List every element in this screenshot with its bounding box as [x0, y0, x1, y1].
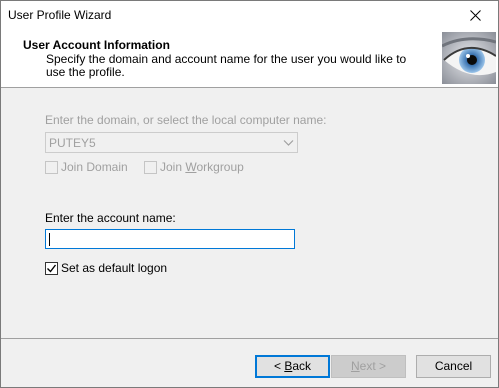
- account-name-input[interactable]: [45, 229, 295, 249]
- window-title: User Profile Wizard: [8, 8, 112, 22]
- join-domain-checkbox[interactable]: [45, 161, 58, 174]
- close-icon: [469, 10, 481, 21]
- join-domain-label: Join Domain: [61, 160, 128, 174]
- account-name-label: Enter the account name:: [45, 211, 176, 225]
- header-subtitle: Specify the domain and account name for …: [46, 52, 407, 79]
- default-logon-checkbox[interactable]: [45, 262, 58, 275]
- chevron-down-icon: [283, 140, 294, 146]
- wizard-window: User Profile Wizard User Account Informa…: [0, 0, 499, 388]
- close-button[interactable]: [452, 1, 498, 30]
- join-workgroup-checkbox[interactable]: [144, 161, 157, 174]
- cancel-button[interactable]: Cancel: [416, 355, 491, 378]
- domain-combobox[interactable]: PUTEY5: [45, 132, 298, 153]
- check-icon: [47, 264, 57, 273]
- domain-value: PUTEY5: [49, 136, 96, 150]
- eye-icon: [442, 32, 496, 84]
- footer-divider: [1, 338, 498, 339]
- title-bar: User Profile Wizard: [1, 1, 498, 30]
- join-workgroup-label: Join Workgroup: [160, 160, 244, 174]
- back-button[interactable]: < Back: [255, 355, 330, 378]
- wizard-header: User Account Information Specify the dom…: [1, 30, 498, 88]
- header-title: User Account Information: [23, 38, 170, 52]
- next-button[interactable]: Next >: [331, 355, 406, 378]
- text-caret: [49, 233, 50, 246]
- domain-label: Enter the domain, or select the local co…: [45, 113, 327, 127]
- wizard-body: Enter the domain, or select the local co…: [1, 88, 498, 338]
- default-logon-label: Set as default logon: [61, 261, 168, 275]
